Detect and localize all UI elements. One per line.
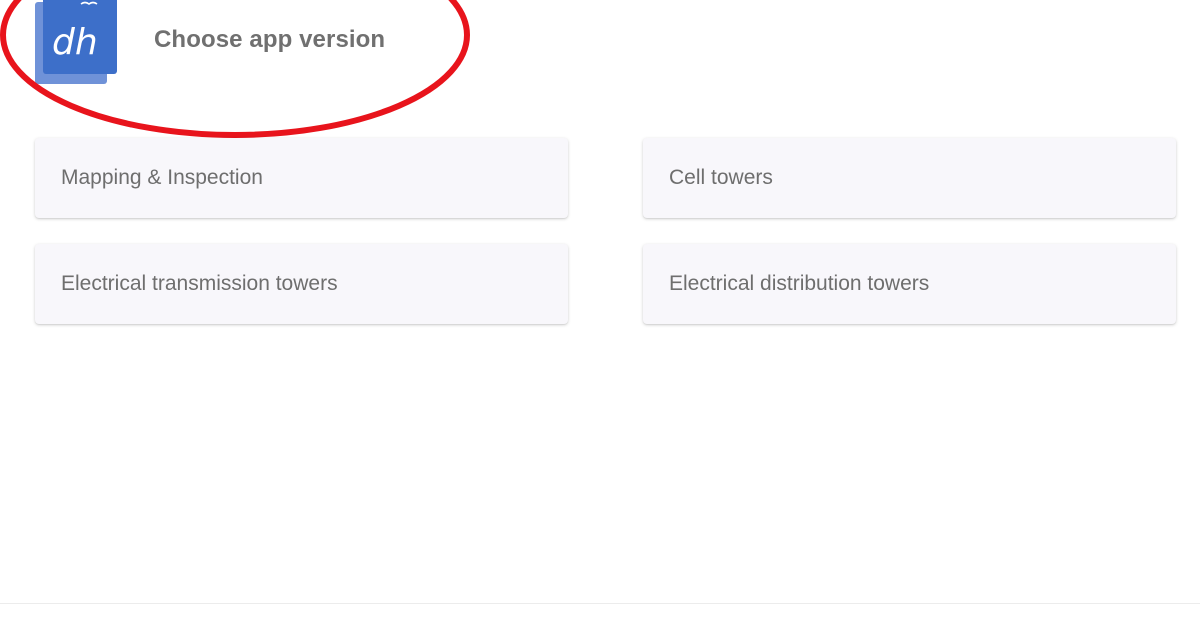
dh-app-logo-icon: dh — [35, 0, 117, 84]
version-option-mapping-inspection[interactable]: Mapping & Inspection — [35, 138, 568, 218]
version-option-electrical-distribution-towers[interactable]: Electrical distribution towers — [643, 244, 1176, 324]
version-option-label: Mapping & Inspection — [61, 166, 263, 189]
page-title: Choose app version — [154, 26, 386, 53]
version-option-label: Cell towers — [669, 166, 773, 189]
version-option-cell-towers[interactable]: Cell towers — [643, 138, 1176, 218]
version-option-label: Electrical transmission towers — [61, 272, 338, 295]
version-option-label: Electrical distribution towers — [669, 272, 930, 295]
logo-text: dh — [52, 22, 98, 63]
version-option-electrical-transmission-towers[interactable]: Electrical transmission towers — [35, 244, 568, 324]
app-version-screen: dh Choose app version Mapping & Inspecti… — [0, 0, 1200, 628]
bottom-bar — [0, 603, 1200, 628]
